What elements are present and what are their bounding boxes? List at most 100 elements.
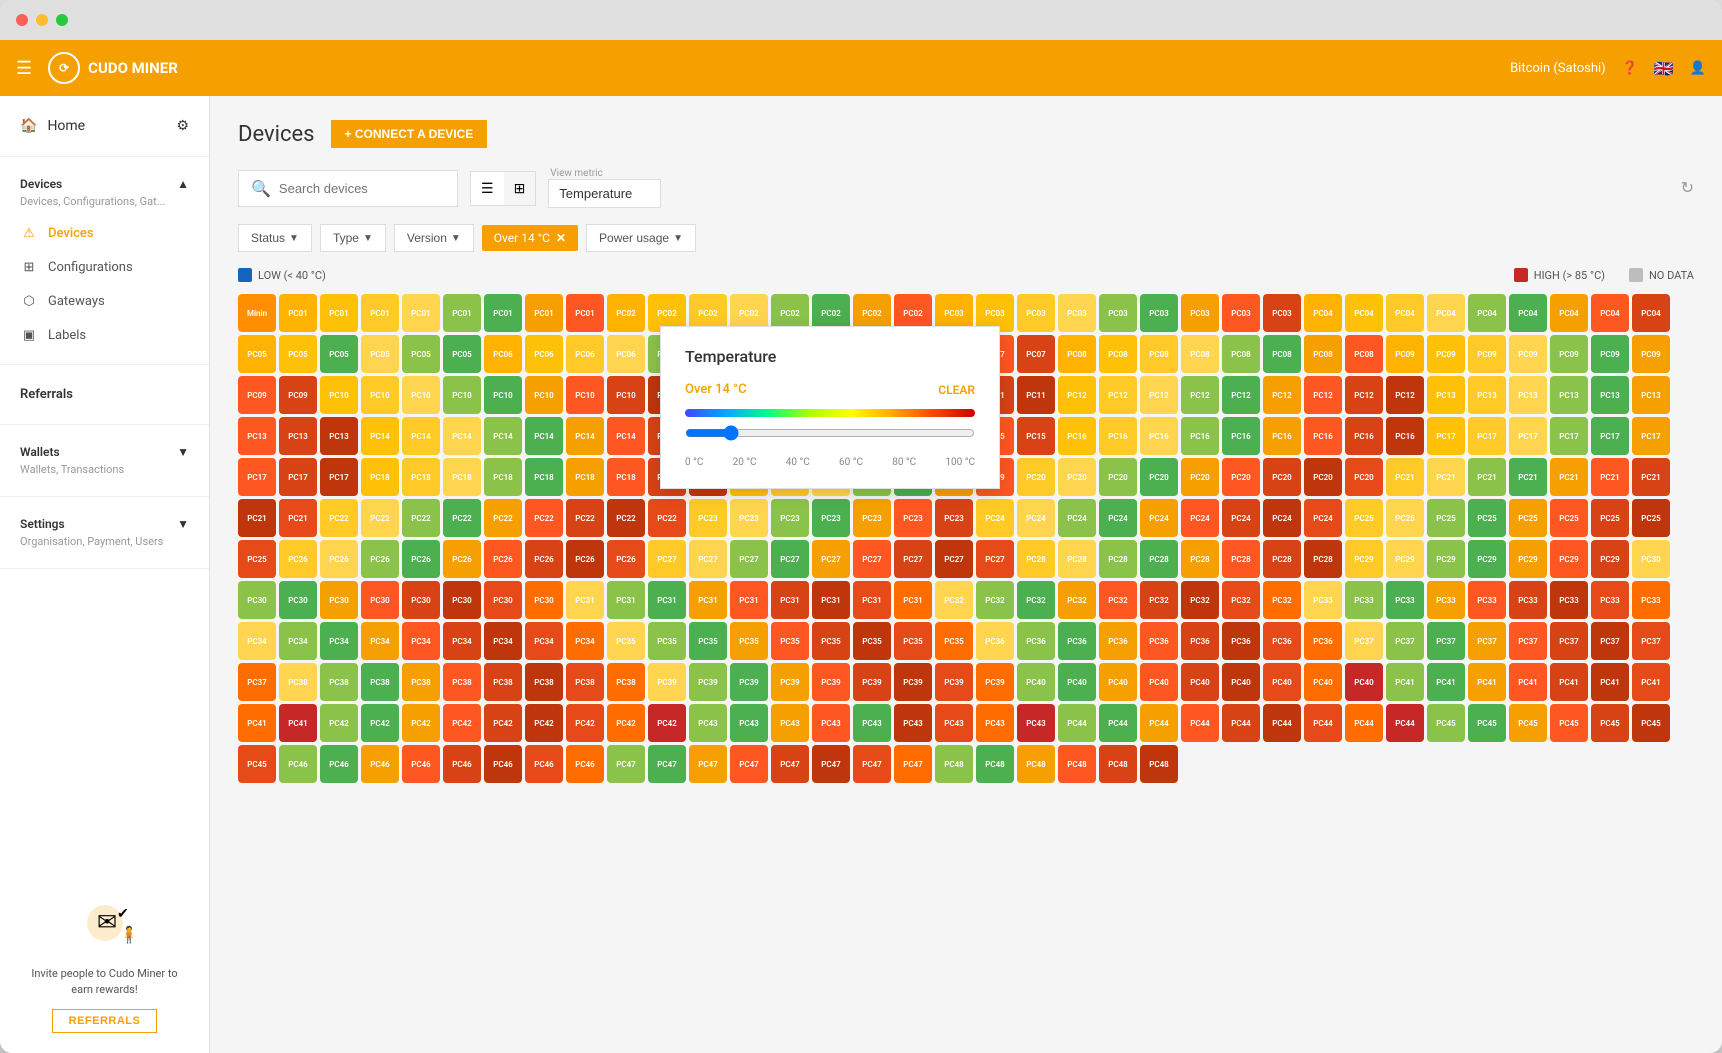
device-tile[interactable]: PC31 xyxy=(648,581,686,619)
device-tile[interactable]: PC21 xyxy=(1468,458,1506,496)
device-tile[interactable]: PC31 xyxy=(812,581,850,619)
device-tile[interactable]: PC40 xyxy=(1140,663,1178,701)
device-tile[interactable]: PC21 xyxy=(238,499,276,537)
device-tile[interactable]: PC28 xyxy=(1099,540,1137,578)
device-tile[interactable]: PC41 xyxy=(1386,663,1424,701)
temp-range-slider[interactable] xyxy=(685,425,975,441)
device-tile[interactable]: PC15 xyxy=(1017,417,1055,455)
device-tile[interactable]: PC10 xyxy=(525,376,563,414)
device-tile[interactable]: PC40 xyxy=(1099,663,1137,701)
device-tile[interactable]: PC13 xyxy=(1468,376,1506,414)
device-tile[interactable]: PC44 xyxy=(1222,704,1260,742)
device-tile[interactable]: PC09 xyxy=(279,376,317,414)
device-tile[interactable]: PC09 xyxy=(1632,335,1670,373)
device-tile[interactable]: PC13 xyxy=(238,417,276,455)
device-tile[interactable]: PC23 xyxy=(771,499,809,537)
device-tile[interactable]: PC41 xyxy=(1427,663,1465,701)
device-tile[interactable]: PC31 xyxy=(607,581,645,619)
device-tile[interactable]: PC36 xyxy=(1222,622,1260,660)
device-tile[interactable]: PC43 xyxy=(853,704,891,742)
device-tile[interactable]: PC36 xyxy=(1140,622,1178,660)
device-tile[interactable]: PC30 xyxy=(443,581,481,619)
device-tile[interactable]: PC30 xyxy=(238,581,276,619)
device-tile[interactable]: PC32 xyxy=(1017,581,1055,619)
device-tile[interactable]: PC08 xyxy=(1345,335,1383,373)
device-tile[interactable]: PC10 xyxy=(566,376,604,414)
device-tile[interactable]: PC22 xyxy=(648,499,686,537)
device-tile[interactable]: Minin xyxy=(238,294,276,332)
device-tile[interactable]: PC36 xyxy=(976,622,1014,660)
device-tile[interactable]: PC13 xyxy=(279,417,317,455)
device-tile[interactable]: PC16 xyxy=(1263,417,1301,455)
device-tile[interactable]: PC20 xyxy=(1181,458,1219,496)
device-tile[interactable]: PC29 xyxy=(1591,540,1629,578)
device-tile[interactable]: PC42 xyxy=(484,704,522,742)
device-tile[interactable]: PC04 xyxy=(1591,294,1629,332)
device-tile[interactable]: PC26 xyxy=(566,540,604,578)
device-tile[interactable]: PC10 xyxy=(484,376,522,414)
sidebar-item-devices[interactable]: ⚠ Devices xyxy=(0,216,209,250)
device-tile[interactable]: PC25 xyxy=(1632,499,1670,537)
device-tile[interactable]: PC21 xyxy=(1509,458,1547,496)
device-tile[interactable]: PC47 xyxy=(730,745,768,783)
device-tile[interactable]: PC38 xyxy=(525,663,563,701)
device-tile[interactable]: PC34 xyxy=(525,622,563,660)
device-tile[interactable]: PC38 xyxy=(361,663,399,701)
help-icon[interactable]: ❓ xyxy=(1622,61,1638,76)
sidebar-referrals-item[interactable]: Referrals xyxy=(0,377,209,412)
device-tile[interactable]: PC39 xyxy=(894,663,932,701)
temp-clear-button[interactable]: CLEAR xyxy=(938,383,975,397)
device-tile[interactable]: PC01 xyxy=(484,294,522,332)
device-tile[interactable]: PC17 xyxy=(279,458,317,496)
device-tile[interactable]: PC20 xyxy=(1304,458,1342,496)
device-tile[interactable]: PC23 xyxy=(812,499,850,537)
device-tile[interactable]: PC06 xyxy=(607,335,645,373)
lang-flag[interactable]: 🇬🇧 xyxy=(1654,59,1674,78)
chevron-up-icon[interactable]: ▲ xyxy=(177,177,189,191)
device-tile[interactable]: PC34 xyxy=(566,622,604,660)
device-tile[interactable]: PC14 xyxy=(607,417,645,455)
device-tile[interactable]: PC33 xyxy=(1468,581,1506,619)
device-tile[interactable]: PC32 xyxy=(1058,581,1096,619)
device-tile[interactable]: PC35 xyxy=(894,622,932,660)
device-tile[interactable]: PC26 xyxy=(320,540,358,578)
device-tile[interactable]: PC33 xyxy=(1345,581,1383,619)
device-tile[interactable]: PC27 xyxy=(648,540,686,578)
device-tile[interactable]: PC14 xyxy=(443,417,481,455)
device-tile[interactable]: PC06 xyxy=(566,335,604,373)
device-tile[interactable]: PC03 xyxy=(1263,294,1301,332)
device-tile[interactable]: PC39 xyxy=(730,663,768,701)
device-tile[interactable]: PC21 xyxy=(279,499,317,537)
device-tile[interactable]: PC27 xyxy=(976,540,1014,578)
device-tile[interactable]: PC40 xyxy=(1058,663,1096,701)
device-tile[interactable]: PC28 xyxy=(1140,540,1178,578)
device-tile[interactable]: PC05 xyxy=(238,335,276,373)
device-tile[interactable]: PC07 xyxy=(1017,335,1055,373)
device-tile[interactable]: PC25 xyxy=(1345,499,1383,537)
device-tile[interactable]: PC32 xyxy=(935,581,973,619)
device-tile[interactable]: PC46 xyxy=(484,745,522,783)
type-filter-button[interactable]: Type ▼ xyxy=(320,224,386,252)
device-tile[interactable]: PC29 xyxy=(1345,540,1383,578)
device-tile[interactable]: PC37 xyxy=(1509,622,1547,660)
device-tile[interactable]: PC08 xyxy=(1099,335,1137,373)
device-tile[interactable]: PC05 xyxy=(361,335,399,373)
device-tile[interactable]: PC36 xyxy=(1304,622,1342,660)
device-tile[interactable]: PC25 xyxy=(238,540,276,578)
device-tile[interactable]: PC17 xyxy=(238,458,276,496)
device-tile[interactable]: PC43 xyxy=(812,704,850,742)
device-tile[interactable]: PC29 xyxy=(1509,540,1547,578)
device-tile[interactable]: PC22 xyxy=(484,499,522,537)
device-tile[interactable]: PC34 xyxy=(238,622,276,660)
device-tile[interactable]: PC39 xyxy=(648,663,686,701)
device-tile[interactable]: PC04 xyxy=(1304,294,1342,332)
device-tile[interactable]: PC27 xyxy=(894,540,932,578)
device-tile[interactable]: PC38 xyxy=(566,663,604,701)
device-tile[interactable]: PC33 xyxy=(1386,581,1424,619)
device-tile[interactable]: PC34 xyxy=(402,622,440,660)
device-tile[interactable]: PC31 xyxy=(689,581,727,619)
device-tile[interactable]: PC09 xyxy=(1468,335,1506,373)
device-tile[interactable]: PC01 xyxy=(566,294,604,332)
device-tile[interactable]: PC46 xyxy=(525,745,563,783)
device-tile[interactable]: PC39 xyxy=(853,663,891,701)
